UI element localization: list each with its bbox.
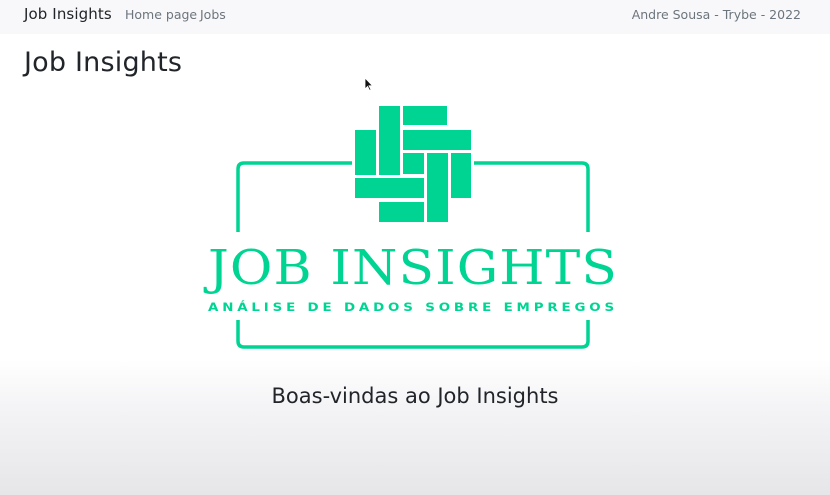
nav-link-home[interactable]: Home page [125, 7, 197, 22]
logo-title: JOB INSIGHTS [203, 240, 618, 296]
parquet-tiles-icon [355, 106, 471, 222]
nav-link-jobs[interactable]: Jobs [200, 7, 226, 22]
logo-frame [236, 161, 352, 232]
mouse-pointer-icon [364, 77, 374, 91]
background-fade [0, 360, 830, 495]
navbar-brand[interactable]: Job Insights [24, 5, 112, 23]
navbar-credit: Andre Sousa - Trybe - 2022 [631, 7, 801, 22]
logo-subtitle: ANÁLISE DE DADOS SOBRE EMPREGOS [208, 299, 618, 314]
welcome-heading: Boas-vindas ao Job Insights [271, 384, 559, 408]
job-insights-logo: JOB INSIGHTS ANÁLISE DE DADOS SOBRE EMPR… [203, 106, 618, 349]
page-title: Job Insights [24, 47, 183, 78]
top-navbar: Job Insights Home page Jobs Andre Sousa … [0, 0, 830, 34]
